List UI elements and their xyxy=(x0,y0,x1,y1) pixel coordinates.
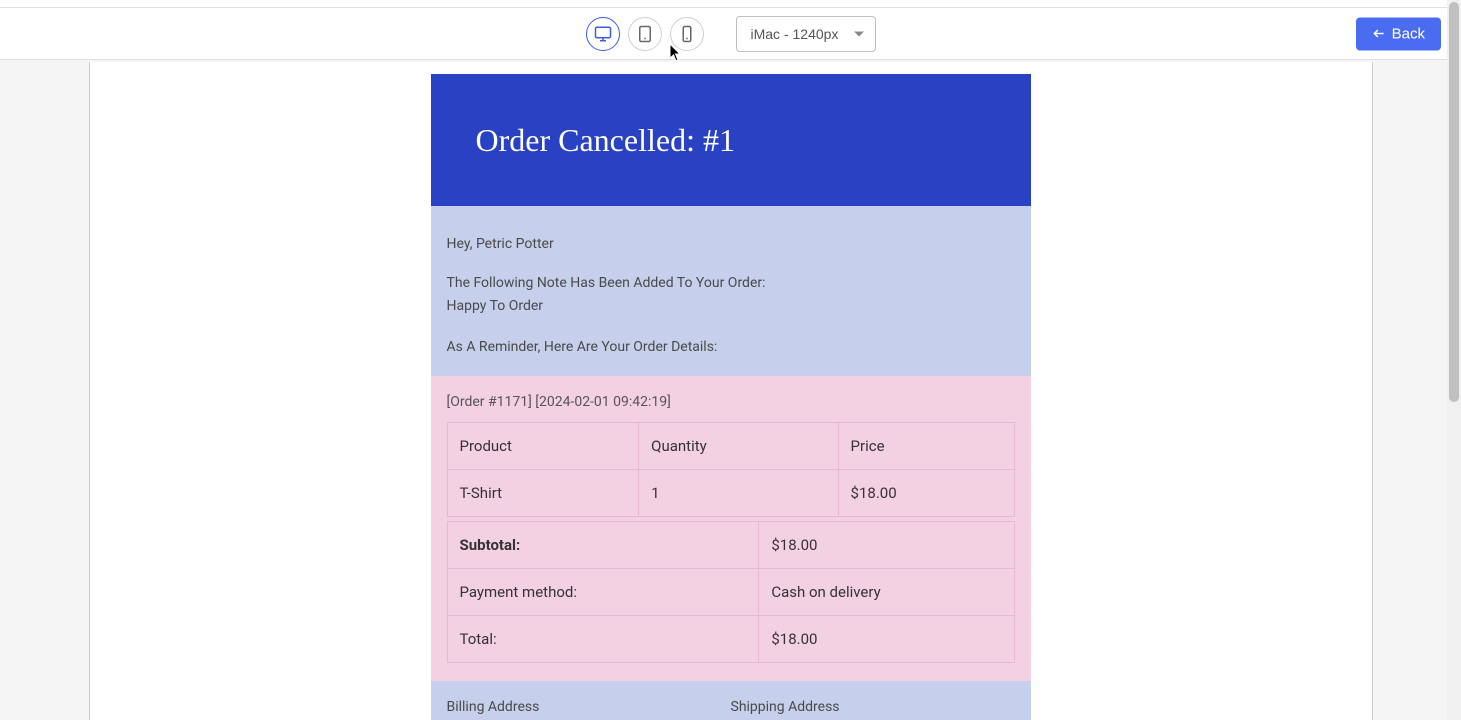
top-divider xyxy=(0,0,1461,8)
scrollbar-track xyxy=(1447,0,1461,720)
td-price: $18.00 xyxy=(838,470,1014,517)
shipping-address-label: Shipping Address xyxy=(731,699,1015,715)
payment-row: Payment method: Cash on delivery xyxy=(447,569,1014,616)
email-body: Hey, Petric Potter The Following Note Ha… xyxy=(431,206,1031,376)
scrollbar-thumb[interactable] xyxy=(1449,2,1459,402)
payment-label: Payment method: xyxy=(447,569,759,616)
td-product: T-Shirt xyxy=(447,470,639,517)
monitor-icon xyxy=(594,25,612,43)
greeting-text: Hey, Petric Potter xyxy=(447,234,1015,255)
back-button-label: Back xyxy=(1392,25,1425,42)
device-select-wrapper: iMac - 1240px xyxy=(720,16,876,52)
total-row: Total: $18.00 xyxy=(447,616,1014,663)
email-title: Order Cancelled: #1 xyxy=(476,122,735,159)
subtotal-label: Subtotal: xyxy=(447,522,759,569)
th-product: Product xyxy=(447,423,639,470)
device-icons-group xyxy=(586,17,704,51)
order-details-section: [Order #1171] [2024-02-01 09:42:19] Prod… xyxy=(431,376,1031,681)
th-quantity: Quantity xyxy=(639,423,838,470)
device-resolution-select[interactable]: iMac - 1240px xyxy=(736,16,876,52)
table-header-row: Product Quantity Price xyxy=(447,423,1014,470)
mobile-view-button[interactable] xyxy=(670,17,704,51)
smartphone-icon xyxy=(678,25,696,43)
arrow-left-icon xyxy=(1372,27,1386,41)
total-value: $18.00 xyxy=(759,616,1014,663)
table-row: T-Shirt 1 $18.00 xyxy=(447,470,1014,517)
preview-frame: Order Cancelled: #1 Hey, Petric Potter T… xyxy=(89,62,1373,720)
total-label: Total: xyxy=(447,616,759,663)
th-price: Price xyxy=(838,423,1014,470)
addresses-section: Billing Address Shipping Address xyxy=(431,681,1031,720)
billing-address-label: Billing Address xyxy=(447,699,731,715)
payment-value: Cash on delivery xyxy=(759,569,1014,616)
note-intro-text: The Following Note Has Been Added To You… xyxy=(447,273,1015,294)
email-header: Order Cancelled: #1 xyxy=(431,74,1031,206)
back-button[interactable]: Back xyxy=(1356,17,1441,50)
subtotal-row: Subtotal: $18.00 xyxy=(447,522,1014,569)
reminder-text: As A Reminder, Here Are Your Order Detai… xyxy=(447,337,1015,358)
td-quantity: 1 xyxy=(639,470,838,517)
order-items-table: Product Quantity Price T-Shirt 1 $18.00 xyxy=(447,422,1015,517)
email-container: Order Cancelled: #1 Hey, Petric Potter T… xyxy=(431,74,1031,720)
desktop-view-button[interactable] xyxy=(586,17,620,51)
tablet-icon xyxy=(636,25,654,43)
preview-content-area[interactable]: Order Cancelled: #1 Hey, Petric Potter T… xyxy=(0,60,1461,720)
subtotal-value: $18.00 xyxy=(759,522,1014,569)
order-id-text: [Order #1171] [2024-02-01 09:42:19] xyxy=(447,394,1015,410)
preview-toolbar: iMac - 1240px Back xyxy=(0,8,1461,60)
note-text: Happy To Order xyxy=(447,296,1015,317)
tablet-view-button[interactable] xyxy=(628,17,662,51)
order-totals-table: Subtotal: $18.00 Payment method: Cash on… xyxy=(447,521,1015,663)
